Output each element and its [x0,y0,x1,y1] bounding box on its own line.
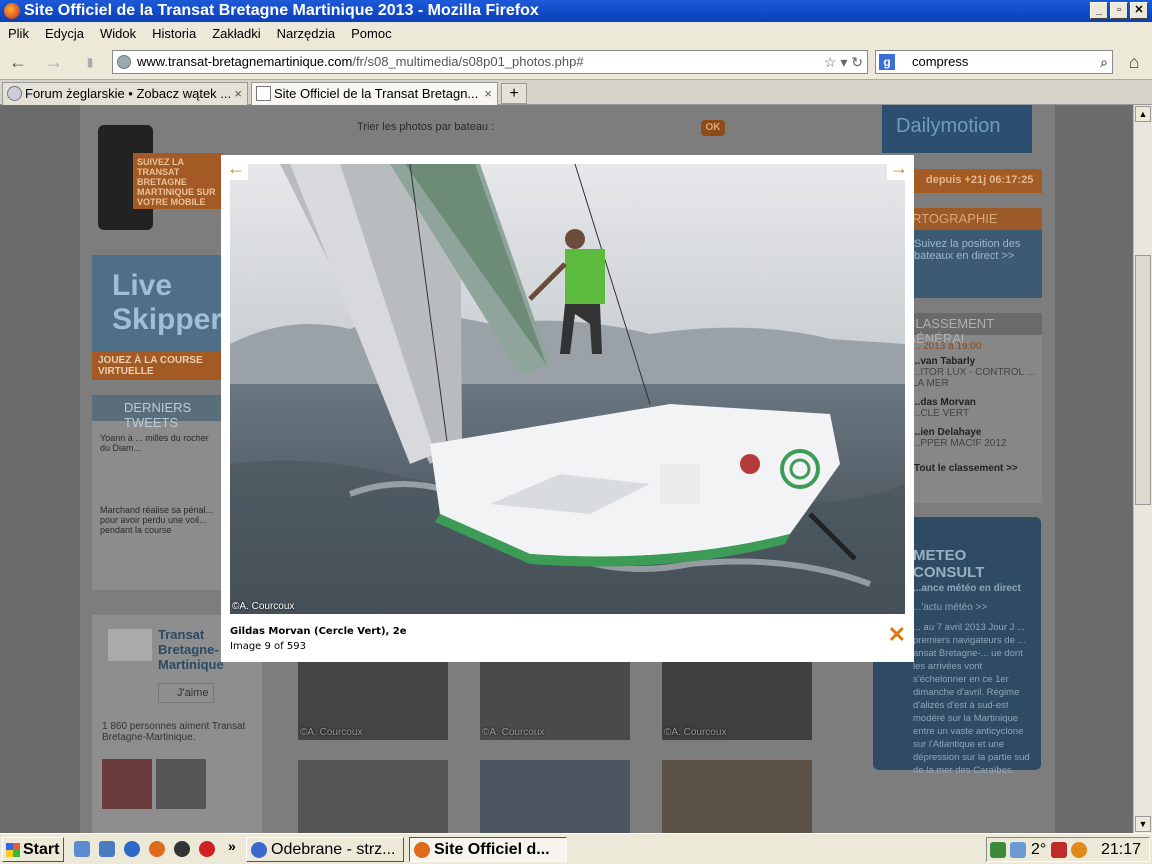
fan-avatar[interactable] [102,759,152,809]
firefox-icon [414,842,430,858]
search-icon[interactable]: ⌕ [1100,51,1108,73]
google-icon[interactable]: g [879,54,895,70]
photo-thumbnail[interactable] [480,760,630,833]
page-content: SUIVEZ LA TRANSAT BRETAGNE MARTINIQUE SU… [0,105,1133,833]
system-tray: 2° 21:17 [986,837,1150,862]
tab-forum[interactable]: Forum żeglarskie • Zobacz wątek ... × [2,82,248,105]
more-icon[interactable]: » [228,838,236,854]
search-input[interactable]: g compress ⌕ [875,50,1113,74]
menu-edycja[interactable]: Edycja [37,26,92,41]
fb-like-button[interactable]: J'aime [158,683,214,703]
url-domain: www.transat-bretagnemartinique.com [137,54,353,69]
signal-icon: ▮ [86,55,94,69]
menu-widok[interactable]: Widok [92,26,144,41]
dailymotion-banner[interactable]: Dailymotion [882,105,1032,153]
photo-thumbnail[interactable]: ©A. Courcoux [298,660,448,740]
scroll-thumb[interactable] [1135,255,1151,505]
show-desktop-icon[interactable] [74,841,90,857]
menu-pomoc[interactable]: Pomoc [343,26,399,41]
temperature: 2° [1031,841,1047,858]
tab-label: Site Officiel de la Transat Bretagn... [274,86,479,101]
url-bar[interactable]: www.transat-bretagnemartinique.com/fr/s0… [112,50,868,74]
promo-mobile[interactable]: SUIVEZ LA TRANSAT BRETAGNE MARTINIQUE SU… [133,153,223,209]
scroll-up-icon[interactable]: ▲ [1135,106,1151,122]
live-skipper-banner[interactable]: Live Skipper JOUEZ À LA COURSE VIRTUELLE [92,255,222,380]
thumb-credit: ©A. Courcoux [664,727,727,738]
menu-zakladki[interactable]: Zakładki [204,26,268,41]
tab-transat[interactable]: Site Officiel de la Transat Bretagn... × [251,82,498,105]
sailboat-photo [230,164,905,614]
photo-thumbnail[interactable]: ©A. Courcoux [662,660,812,740]
taskbar-item-firefox[interactable]: Site Officiel d... [409,837,567,862]
live-skipper-logo: Live Skipper [112,269,223,336]
tab-label: Forum żeglarskie • Zobacz wątek ... [25,86,232,101]
back-icon[interactable]: ← [8,52,28,72]
vertical-scrollbar[interactable]: ▲ ▼ [1133,105,1152,833]
close-window-button[interactable]: ✕ [1130,2,1148,19]
tab-favicon [7,86,22,101]
thumb-credit: ©A. Courcoux [482,727,545,738]
url-path: /fr/s08_multimedia/s08p01_photos.php# [352,54,584,69]
menu-bar: Plik Edycja Widok Historia Zakładki Narz… [0,22,1152,44]
tweet-2: Marchand réalise sa pénal... pour avoir … [100,505,214,535]
transat-logo [108,629,152,661]
app-icon[interactable] [199,841,215,857]
tab-bar: Forum żeglarskie • Zobacz wątek ... × Si… [0,80,1152,105]
tweets-title: DERNIERS TWEETS [92,395,222,430]
start-button[interactable]: Start [2,837,64,862]
menu-historia[interactable]: Historia [144,26,204,41]
window-titlebar: Site Officiel de la Transat Bretagne Mar… [0,0,1152,22]
minimize-button[interactable]: _ [1090,2,1108,19]
globe-icon [117,55,131,69]
photo-caption: Gildas Morvan (Cercle Vert), 2e [230,626,407,637]
menu-plik[interactable]: Plik [0,26,37,41]
navigation-toolbar: ← → ▮ www.transat-bretagnemartinique.com… [0,44,1152,80]
lightbox-photo[interactable]: ©A. Courcoux ← → [230,164,905,614]
ie-icon[interactable] [124,841,140,857]
photo-thumbnail[interactable] [662,760,812,833]
sort-ok-button[interactable]: OK [701,120,725,136]
update-icon[interactable] [1071,842,1087,858]
notepad-icon[interactable] [99,841,115,857]
bookmark-star-icon[interactable]: ☆ ▾ ↻ [824,51,863,73]
tweet-1: Yoann à ... milles du rocher du Diam... [100,433,209,453]
tab-favicon [256,86,271,101]
maximize-button[interactable]: ▫ [1110,2,1128,19]
close-icon[interactable]: ✕ [888,622,906,648]
home-icon[interactable]: ⌂ [1124,52,1144,72]
weather-icon[interactable] [1010,842,1026,858]
clock: 21:17 [1100,841,1141,858]
taskbar-item-label: Odebrane - strz... [271,841,396,858]
taskbar: Start » Odebrane - strz... Site Officiel… [0,833,1152,864]
photo-counter: Image 9 of 593 [230,641,306,652]
firefox-icon [4,3,20,19]
scroll-down-icon[interactable]: ▼ [1135,816,1151,832]
fb-fans-text: 1 860 personnes aiment Transat Bretagne-… [102,721,246,743]
window-title: Site Officiel de la Transat Bretagne Mar… [24,2,539,19]
forward-icon[interactable]: → [44,52,64,72]
network-icon[interactable] [990,842,1006,858]
photo-thumbnail[interactable] [298,760,448,833]
arrow-right-icon[interactable]: → [887,164,905,180]
taskbar-item-label: Site Officiel d... [434,841,550,858]
thumb-credit: ©A. Courcoux [300,727,363,738]
chat-icon[interactable] [174,841,190,857]
fan-avatar[interactable] [156,759,206,809]
tab-close-icon[interactable]: × [484,83,492,105]
tab-close-icon[interactable]: × [234,83,242,105]
antivirus-icon[interactable] [1051,842,1067,858]
menu-narzedzia[interactable]: Narzędzia [269,26,344,41]
sort-label: Trier les photos par bateau : [357,121,495,133]
new-tab-button[interactable]: + [501,83,527,104]
arrow-left-icon[interactable]: ← [230,164,248,180]
search-value: compress [912,54,969,69]
photo-lightbox: ©A. Courcoux ← → Gildas Morvan (Cercle V… [221,155,914,662]
taskbar-item-mail[interactable]: Odebrane - strz... [246,837,404,862]
photo-thumbnail[interactable]: ©A. Courcoux [480,660,630,740]
tweets-panel: DERNIERS TWEETS Yoann à ... milles du ro… [92,395,222,590]
photo-credit: ©A. Courcoux [232,601,295,612]
mail-icon [251,842,267,858]
firefox-icon[interactable] [149,841,165,857]
live-skipper-cta: JOUEZ À LA COURSE VIRTUELLE [92,352,222,380]
